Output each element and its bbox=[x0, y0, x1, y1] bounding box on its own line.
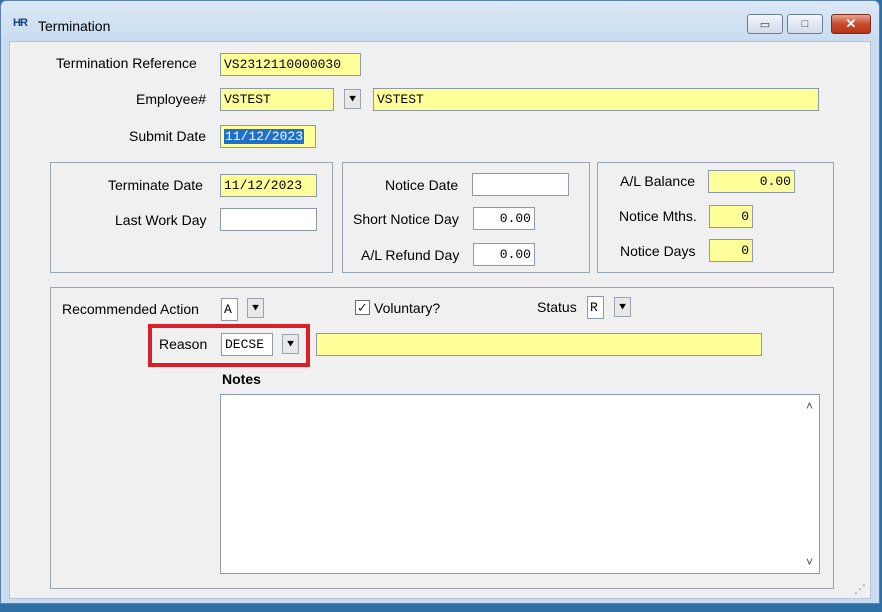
status-field[interactable]: R bbox=[587, 296, 604, 319]
reason-code-field[interactable]: DECSE bbox=[221, 333, 273, 356]
reason-dropdown-button[interactable]: ⯆ bbox=[282, 334, 299, 354]
notes-label: Notes bbox=[222, 371, 261, 387]
employee-label: Employee# bbox=[136, 91, 207, 107]
resize-grip-icon[interactable]: ⋰ bbox=[854, 582, 866, 596]
scroll-up-icon[interactable]: ˄ bbox=[806, 399, 813, 413]
notice-days-field[interactable]: 0 bbox=[709, 239, 753, 262]
al-balance-label: A/L Balance bbox=[620, 173, 695, 189]
form-area: Termination Reference VS2312110000030 Em… bbox=[9, 41, 871, 599]
dropdown-arrow-icon: ⯆ bbox=[250, 301, 261, 315]
al-refund-day-label: A/L Refund Day bbox=[361, 247, 460, 263]
status-dropdown-button[interactable]: ⯆ bbox=[614, 297, 631, 317]
last-work-day-label: Last Work Day bbox=[115, 212, 207, 228]
checkmark-icon: ✓ bbox=[357, 300, 368, 315]
notice-months-label: Notice Mths. bbox=[619, 208, 697, 224]
voluntary-checkbox[interactable]: ✓ bbox=[355, 300, 370, 315]
recommended-action-dropdown-button[interactable]: ⯆ bbox=[247, 298, 264, 318]
terminate-date-field[interactable]: 11/12/2023 bbox=[220, 174, 317, 197]
employee-dropdown-button[interactable]: ⯆ bbox=[344, 89, 361, 109]
status-label: Status bbox=[537, 299, 577, 315]
last-work-day-field[interactable] bbox=[220, 208, 317, 231]
termination-reference-label: Termination Reference bbox=[56, 55, 197, 71]
hr-app-icon: HR bbox=[13, 17, 28, 29]
terminate-date-label: Terminate Date bbox=[108, 177, 203, 193]
minimize-icon: ▭ bbox=[759, 18, 771, 31]
recommended-action-field[interactable]: A bbox=[221, 298, 238, 321]
dropdown-arrow-icon: ⯆ bbox=[347, 92, 358, 106]
close-button[interactable]: ✕ bbox=[831, 14, 871, 34]
termination-window: HR Termination ▭ □ ✕ Termination Referen… bbox=[0, 0, 880, 604]
minimize-button[interactable]: ▭ bbox=[747, 14, 783, 34]
notice-date-label: Notice Date bbox=[385, 177, 459, 193]
employee-name-field[interactable]: VSTEST bbox=[373, 88, 819, 111]
termination-reference-field[interactable]: VS2312110000030 bbox=[220, 53, 361, 76]
employee-code-field[interactable]: VSTEST bbox=[220, 88, 334, 111]
close-icon: ✕ bbox=[845, 16, 857, 31]
maximize-button[interactable]: □ bbox=[787, 14, 823, 34]
short-notice-day-label: Short Notice Day bbox=[353, 211, 459, 227]
short-notice-day-field[interactable]: 0.00 bbox=[473, 207, 535, 230]
reason-description-field[interactable] bbox=[316, 333, 762, 356]
notes-textarea[interactable]: ˄ ˅ bbox=[220, 394, 820, 574]
notice-date-field[interactable] bbox=[472, 173, 569, 196]
submit-date-selected-text: 11/12/2023 bbox=[224, 129, 305, 144]
scroll-down-icon[interactable]: ˅ bbox=[806, 555, 813, 569]
recommended-action-label: Recommended Action bbox=[62, 301, 199, 317]
window-title: Termination bbox=[38, 18, 111, 34]
maximize-icon: □ bbox=[801, 18, 809, 30]
dropdown-arrow-icon: ⯆ bbox=[285, 337, 296, 351]
title-bar[interactable]: HR Termination ▭ □ ✕ bbox=[1, 1, 879, 41]
submit-date-label: Submit Date bbox=[129, 128, 207, 144]
al-refund-day-field[interactable]: 0.00 bbox=[473, 243, 535, 266]
al-balance-field[interactable]: 0.00 bbox=[708, 170, 795, 193]
reason-label: Reason bbox=[159, 336, 208, 352]
notice-months-field[interactable]: 0 bbox=[709, 205, 753, 228]
dropdown-arrow-icon: ⯆ bbox=[617, 300, 628, 314]
voluntary-label: Voluntary? bbox=[374, 300, 441, 316]
notice-days-label: Notice Days bbox=[620, 243, 696, 259]
submit-date-field[interactable]: 11/12/2023 bbox=[220, 125, 316, 148]
